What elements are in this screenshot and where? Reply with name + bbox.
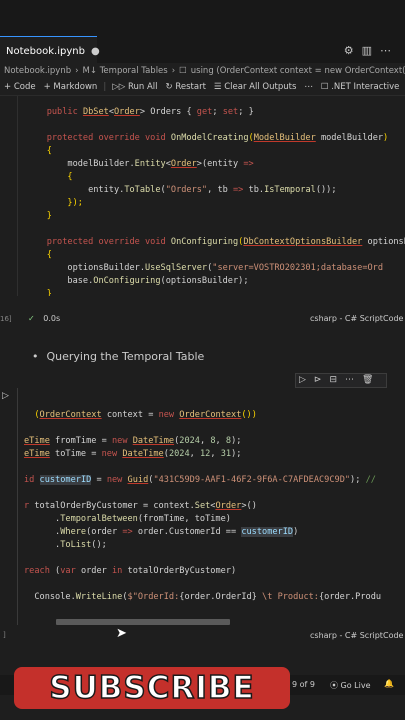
code-line: entity.ToTable("Orders", tb => tb.IsTemp…	[26, 185, 337, 195]
code-line: .Where(order => order.CustomerId == cust…	[24, 527, 299, 537]
run-all-icon: ▷▷	[112, 82, 126, 92]
title-bar	[0, 0, 405, 36]
cell-1-code[interactable]: public DbSet<Order> Orders { get; set; }…	[26, 96, 405, 296]
code-line: (OrderContext context = new OrderContext…	[34, 410, 257, 420]
markdown-text: Querying the Temporal Table	[46, 350, 205, 363]
unsaved-dot-icon: ●	[90, 46, 100, 57]
subscribe-label: SUBSCRIBE	[49, 669, 255, 707]
code-line: }	[46, 211, 52, 221]
code-icon: ☐	[179, 66, 187, 76]
code-line: }	[46, 289, 52, 296]
run-all-button[interactable]: ▷▷ Run All	[108, 82, 161, 92]
code-line: Console.WriteLine($"OrderId:{order.Order…	[24, 592, 382, 602]
code-line: protected override void OnConfiguring(Db…	[46, 237, 405, 247]
clear-outputs-button[interactable]: ☰ Clear All Outputs	[210, 82, 300, 92]
more-actions-icon[interactable]: ⋯	[300, 82, 317, 92]
code-line: eTime fromTime = new DateTime(2024, 8, 8…	[24, 436, 242, 446]
subscribe-overlay[interactable]: SUBSCRIBE	[14, 667, 290, 709]
markdown-cell[interactable]: • Querying the Temporal Table	[32, 350, 204, 363]
code-line: {	[46, 250, 52, 260]
code-line: protected override void OnModelCreating(…	[46, 133, 389, 143]
breadcrumb: Notebook.ipynb › M↓ Temporal Tables › ☐ …	[0, 63, 405, 79]
code-line: });	[67, 198, 83, 208]
split-editor-icon[interactable]: ▥	[362, 44, 380, 57]
kernel-picker[interactable]: ☐ .NET Interactive	[317, 82, 403, 92]
notifications-icon[interactable]: 🔔	[384, 679, 394, 688]
cell-2-kind: Code	[383, 631, 404, 640]
run-below-icon[interactable]: ⊳	[314, 375, 330, 385]
delete-icon[interactable]: 🗑	[362, 375, 381, 385]
code-line: eTime toTime = new DateTime(2024, 12, 31…	[24, 449, 242, 459]
plus-icon: +	[4, 82, 12, 92]
cell-2-code[interactable]: (OrderContext context = new OrderContext…	[24, 396, 381, 617]
cell-1-exec-count: 16]	[0, 315, 12, 323]
cell-2-toolbar: ▷⊳⊟⋯🗑	[295, 373, 387, 388]
code-line: reach (var order in totalOrderByCustomer…	[24, 566, 237, 576]
plus-icon: +	[43, 82, 51, 92]
code-line: public DbSet<Order> Orders { get; set; }	[46, 107, 254, 117]
mouse-cursor-icon: ➤	[116, 626, 127, 641]
tab-label: Notebook.ipynb	[6, 46, 85, 57]
settings-icon[interactable]: ⚙	[344, 44, 362, 57]
code-line: base.OnConfiguring(optionsBuilder);	[26, 276, 249, 286]
run-above-icon[interactable]: ▷	[299, 375, 314, 385]
cell-position[interactable]: 9 of 9	[292, 680, 315, 689]
code-line: .TemporalBetween(fromTime, toTime)	[24, 514, 231, 524]
clear-icon: ☰	[213, 82, 222, 92]
code-line: r totalOrderByCustomer = context.Set<Ord…	[24, 501, 257, 511]
code-line: .ToList();	[24, 540, 107, 550]
breadcrumb-item-section[interactable]: M↓ Temporal Tables	[83, 66, 168, 76]
add-code-button[interactable]: + Code	[0, 82, 40, 92]
restart-button[interactable]: ↻ Restart	[162, 82, 210, 92]
breadcrumb-item-symbol[interactable]: using (OrderContext context = new OrderC…	[191, 66, 405, 76]
check-icon: ✓	[28, 314, 35, 323]
cell-1-language[interactable]: csharp - C# Script	[310, 314, 383, 323]
horizontal-scrollbar[interactable]	[56, 619, 230, 625]
more-icon[interactable]: ⋯	[380, 44, 399, 57]
code-cell-2[interactable]: (OrderContext context = new OrderContext…	[17, 388, 405, 625]
restart-icon: ↻	[165, 82, 173, 92]
code-line: {	[46, 146, 52, 156]
code-line: optionsBuilder.UseSqlServer("server=VOST…	[26, 263, 384, 273]
add-markdown-button[interactable]: + Markdown	[40, 82, 102, 92]
code-line: modelBuilder.Entity<Order>(entity =>	[26, 159, 254, 169]
notebook-toolbar: + Code + Markdown | ▷▷ Run All ↻ Restart…	[0, 79, 405, 96]
cell-1-status: ✓ 0.0s	[28, 314, 60, 323]
breadcrumb-item-file[interactable]: Notebook.ipynb	[4, 66, 71, 76]
split-cell-icon[interactable]: ⊟	[329, 375, 345, 385]
kernel-icon: ☐	[320, 82, 329, 92]
code-cell-1[interactable]: public DbSet<Order> Orders { get; set; }…	[17, 96, 405, 296]
code-line: {	[67, 172, 73, 182]
go-live-button[interactable]: ⦿ Go Live	[330, 680, 371, 691]
more-icon[interactable]: ⋯	[345, 375, 362, 385]
editor-actions: ⚙▥⋯	[344, 44, 399, 57]
bullet-icon: •	[32, 350, 39, 363]
broadcast-icon: ⦿	[330, 681, 338, 690]
tab-notebook[interactable]: Notebook.ipynb ●	[0, 36, 100, 66]
cell-2-language[interactable]: csharp - C# Script	[310, 631, 383, 640]
cell-1-time: 0.0s	[43, 314, 61, 323]
cell-2-exec-count: ]	[3, 631, 6, 639]
run-cell-icon[interactable]: ▷	[2, 391, 9, 401]
cell-1-kind: Code	[383, 314, 404, 323]
code-line: id customerID = new Guid("431C59D9-AAF1-…	[24, 475, 376, 485]
